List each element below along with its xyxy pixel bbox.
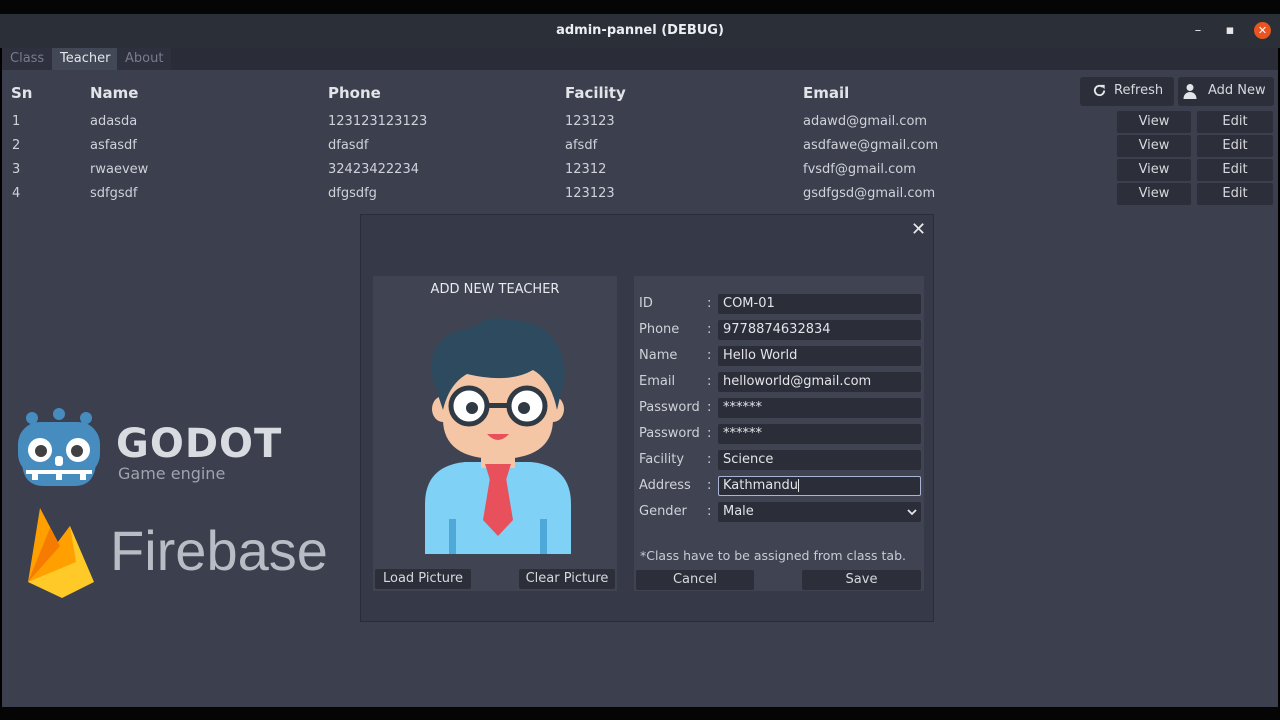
view-button[interactable]: View <box>1117 159 1191 181</box>
refresh-icon <box>1092 83 1107 102</box>
field-colon: : <box>707 452 712 467</box>
field-label-confirm-password: Password <box>639 426 700 441</box>
name-field[interactable]: Hello World <box>718 346 921 366</box>
text-caret <box>797 479 799 492</box>
column-header-phone: Phone <box>328 84 381 102</box>
column-header-sn: Sn <box>11 84 33 102</box>
refresh-button[interactable]: Refresh <box>1080 77 1174 106</box>
field-colon: : <box>707 348 712 363</box>
form-panel: ID : COM-01 Phone : 9778874632834 Name :… <box>634 276 924 591</box>
column-header-email: Email <box>803 84 850 102</box>
tab-class[interactable]: Class <box>2 48 53 70</box>
app-area: Class Teacher About Sn Name Phone Facili… <box>2 48 1278 707</box>
godot-logo-subtitle: Game engine <box>118 464 226 483</box>
teacher-avatar-icon <box>423 314 573 563</box>
confirm-password-field[interactable]: ****** <box>718 424 921 444</box>
field-label-facility: Facility <box>639 452 685 467</box>
godot-logo-icon <box>14 408 104 494</box>
window-titlebar: admin-pannel (DEBUG) – ▪ ✕ <box>0 14 1280 48</box>
cell-phone: 123123123123 <box>328 114 428 129</box>
godot-logo-title: GODOT <box>116 421 283 467</box>
view-button[interactable]: View <box>1117 183 1191 205</box>
phone-field[interactable]: 9778874632834 <box>718 320 921 340</box>
view-button[interactable]: View <box>1117 111 1191 133</box>
cell-email: fvsdf@gmail.com <box>803 162 916 177</box>
add-new-label: Add New <box>1208 83 1266 98</box>
add-teacher-dialog: ✕ ADD NEW TEACHER Load Picture Clear Pic… <box>360 214 934 622</box>
minimize-button[interactable]: – <box>1190 23 1206 39</box>
gender-select[interactable]: Male <box>718 502 921 522</box>
tab-bar: Class Teacher About <box>2 48 1278 70</box>
field-label-name: Name <box>639 348 678 363</box>
cell-name: sdfgsdf <box>90 186 138 201</box>
field-colon: : <box>707 426 712 441</box>
tab-about[interactable]: About <box>117 48 172 70</box>
load-picture-button[interactable]: Load Picture <box>375 569 471 589</box>
cell-name: adasda <box>90 114 138 129</box>
tab-teacher[interactable]: Teacher <box>52 48 119 70</box>
facility-field[interactable]: Science <box>718 450 921 470</box>
edit-button[interactable]: Edit <box>1197 135 1273 157</box>
dialog-heading: ADD NEW TEACHER <box>430 282 560 297</box>
save-button[interactable]: Save <box>802 570 921 590</box>
picture-panel: ADD NEW TEACHER Load Picture Clear Pictu… <box>373 276 617 591</box>
refresh-label: Refresh <box>1114 83 1164 98</box>
firebase-logo-icon <box>26 506 96 604</box>
cell-facility: 12312 <box>565 162 607 177</box>
window-title: admin-pannel (DEBUG) <box>556 23 724 38</box>
cell-email: gsdfgsd@gmail.com <box>803 186 936 201</box>
maximize-button[interactable]: ▪ <box>1222 23 1238 39</box>
cell-phone: dfasdf <box>328 138 369 153</box>
cell-sn: 2 <box>12 138 21 153</box>
field-colon: : <box>707 374 712 389</box>
cell-sn: 4 <box>12 186 21 201</box>
user-icon <box>1183 83 1197 103</box>
view-button[interactable]: View <box>1117 135 1191 157</box>
letterbox-top <box>0 0 1280 14</box>
cell-phone: dfgsdfg <box>328 186 377 201</box>
cell-sn: 1 <box>12 114 21 129</box>
firebase-logo-title: Firebase <box>110 519 328 582</box>
edit-button[interactable]: Edit <box>1197 159 1273 181</box>
dialog-close-icon[interactable]: ✕ <box>911 219 926 240</box>
field-colon: : <box>707 400 712 415</box>
cell-phone: 32423422234 <box>328 162 419 177</box>
field-label-phone: Phone <box>639 322 680 337</box>
password-field[interactable]: ****** <box>718 398 921 418</box>
field-label-address: Address <box>639 478 691 493</box>
edit-button[interactable]: Edit <box>1197 111 1273 133</box>
address-field[interactable]: Kathmandu <box>718 476 921 496</box>
field-colon: : <box>707 322 712 337</box>
cell-facility: 123123 <box>565 114 615 129</box>
email-field[interactable]: helloworld@gmail.com <box>718 372 921 392</box>
cell-email: asdfawe@gmail.com <box>803 138 939 153</box>
chevron-down-icon <box>907 502 917 529</box>
field-label-gender: Gender <box>639 504 687 519</box>
column-header-facility: Facility <box>565 84 626 102</box>
field-label-email: Email <box>639 374 676 389</box>
class-assignment-note: *Class have to be assigned from class ta… <box>639 548 906 563</box>
field-colon: : <box>707 504 712 519</box>
clear-picture-button[interactable]: Clear Picture <box>519 569 615 589</box>
cell-name: asfasdf <box>90 138 137 153</box>
cell-sn: 3 <box>12 162 21 177</box>
gender-value: Male <box>723 504 754 519</box>
cell-facility: 123123 <box>565 186 615 201</box>
field-colon: : <box>707 296 712 311</box>
column-header-name: Name <box>90 84 139 102</box>
field-colon: : <box>707 478 712 493</box>
id-field[interactable]: COM-01 <box>718 294 921 314</box>
edit-button[interactable]: Edit <box>1197 183 1273 205</box>
cell-facility: afsdf <box>565 138 598 153</box>
add-new-button[interactable]: Add New <box>1178 77 1274 106</box>
letterbox-bottom <box>0 707 1280 720</box>
field-label-password: Password <box>639 400 700 415</box>
close-window-button[interactable]: ✕ <box>1254 22 1271 39</box>
cell-email: adawd@gmail.com <box>803 114 928 129</box>
cell-name: rwaevew <box>90 162 149 177</box>
field-label-id: ID <box>639 296 653 311</box>
cancel-button[interactable]: Cancel <box>636 570 754 590</box>
address-value: Kathmandu <box>723 478 798 493</box>
